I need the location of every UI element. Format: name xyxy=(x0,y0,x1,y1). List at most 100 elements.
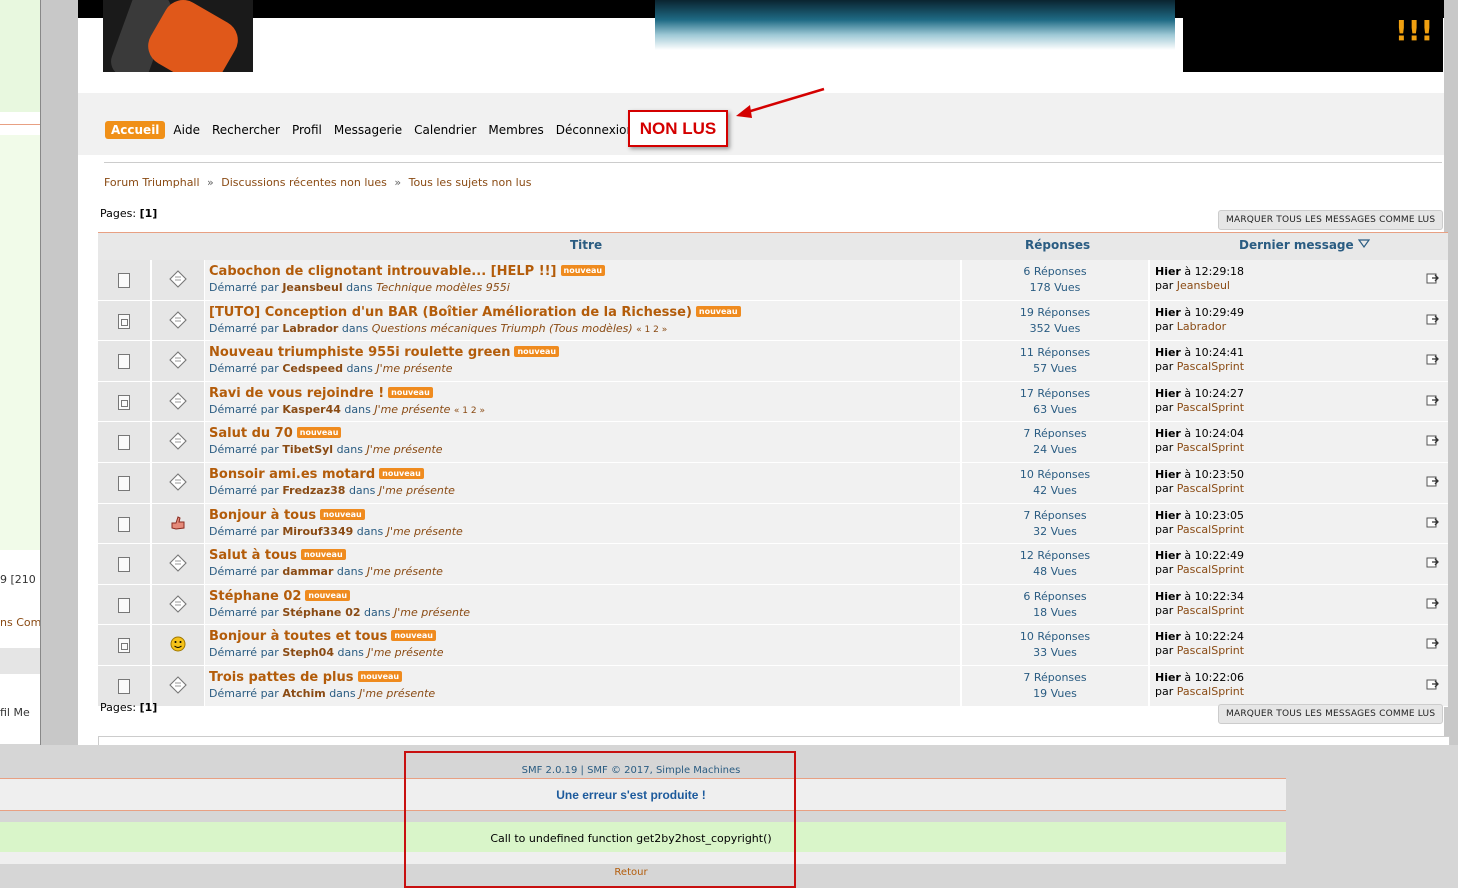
column-last-message[interactable]: Dernier message xyxy=(1239,238,1371,252)
new-badge[interactable]: nouveau xyxy=(379,467,424,479)
topic-row[interactable]: Bonjour à toutes et tous nouveau Démarré p… xyxy=(98,625,1448,666)
goto-last-post-icon[interactable] xyxy=(1426,678,1440,691)
motorcycle-logo[interactable] xyxy=(103,0,253,72)
goto-last-post-icon[interactable] xyxy=(1426,313,1440,326)
author-link[interactable]: Cedspeed xyxy=(282,362,343,375)
menu-item-deconnexion[interactable]: Déconnexion xyxy=(550,123,640,137)
topic-row[interactable]: Bonsoir ami.es motard nouveau Démarré par … xyxy=(98,462,1448,504)
board-link[interactable]: J'me présente xyxy=(367,565,443,578)
last-poster-link[interactable]: Jeansbeul xyxy=(1177,279,1230,292)
menu-item-rechercher[interactable]: Rechercher xyxy=(206,123,286,137)
new-badge[interactable]: nouveau xyxy=(357,670,403,682)
author-link[interactable]: Mirouf3349 xyxy=(282,525,353,538)
author-link[interactable]: Stéphane 02 xyxy=(282,606,360,619)
author-link[interactable]: TibetSyl xyxy=(282,443,333,456)
last-poster-link[interactable]: PascalSprint xyxy=(1177,604,1244,617)
menu-item-calendrier[interactable]: Calendrier xyxy=(408,123,482,137)
last-poster-link[interactable]: PascalSprint xyxy=(1177,482,1244,495)
topic-row[interactable]: Salut du 70 nouveau Démarré par TibetSyl d… xyxy=(98,422,1448,463)
breadcrumb-link[interactable]: Discussions récentes non lues xyxy=(221,176,387,189)
topic-row[interactable]: [TUTO] Conception d'un BAR (Boîtier Amél… xyxy=(98,300,1448,342)
new-badge[interactable]: nouveau xyxy=(305,589,351,601)
breadcrumb-link[interactable]: Tous les sujets non lus xyxy=(409,176,532,189)
new-badge[interactable]: nouveau xyxy=(695,305,741,317)
topic-title-link[interactable]: Bonjour à toutes et tous xyxy=(209,629,387,644)
goto-last-post-icon[interactable] xyxy=(1426,272,1440,285)
menu-item-profil[interactable]: Profil xyxy=(286,123,328,137)
goto-last-post-icon[interactable] xyxy=(1426,353,1440,366)
goto-last-post-icon[interactable] xyxy=(1426,637,1440,650)
board-link[interactable]: J'me présente xyxy=(374,403,450,416)
topic-row[interactable]: Stéphane 02 nouveau Démarré par Stéphane 0… xyxy=(98,584,1448,626)
menu-item-messagerie[interactable]: Messagerie xyxy=(328,123,408,137)
topic-title-link[interactable]: Stéphane 02 xyxy=(209,589,301,604)
author-link[interactable]: Labrador xyxy=(282,322,338,335)
column-title[interactable]: Titre xyxy=(570,238,602,252)
new-badge[interactable]: nouveau xyxy=(391,630,436,642)
mark-all-read-button[interactable]: MARQUER TOUS LES MESSAGES COMME LUS xyxy=(1218,210,1444,230)
replies-count: 7 Réponses xyxy=(1023,508,1087,522)
new-badge[interactable]: nouveau xyxy=(296,427,342,439)
last-poster-link[interactable]: PascalSprint xyxy=(1177,563,1244,576)
new-badge[interactable]: nouveau xyxy=(514,346,560,358)
last-poster-link[interactable]: PascalSprint xyxy=(1177,360,1244,373)
menu-item-aide[interactable]: Aide xyxy=(167,123,206,137)
topic-subject-cell: Bonjour à toutes et tous nouveau Démarré p… xyxy=(205,625,960,665)
board-link[interactable]: J'me présente xyxy=(367,443,443,456)
board-link[interactable]: Questions mécaniques Triumph (Tous modèl… xyxy=(372,322,633,335)
board-link[interactable]: J'me présente xyxy=(376,362,452,375)
column-replies[interactable]: Réponses xyxy=(1025,238,1090,252)
topic-title-link[interactable]: Ravi de vous rejoindre ! xyxy=(209,386,384,401)
goto-last-post-icon[interactable] xyxy=(1426,394,1440,407)
topic-row[interactable]: Cabochon de clignotant introuvable... [H… xyxy=(98,260,1448,301)
menu-item-accueil[interactable]: Accueil xyxy=(105,121,166,139)
last-poster-link[interactable]: PascalSprint xyxy=(1177,644,1244,657)
topic-row[interactable]: Nouveau triumphiste 955i roulette green n… xyxy=(98,341,1448,382)
topic-title-link[interactable]: Trois pattes de plus xyxy=(209,670,354,685)
new-badge[interactable]: nouveau xyxy=(301,549,346,561)
topic-title-link[interactable]: Bonjour à tous xyxy=(209,508,316,523)
last-poster-link[interactable]: PascalSprint xyxy=(1177,685,1244,698)
topic-row[interactable]: Salut à tous nouveau Démarré par dammar da… xyxy=(98,544,1448,585)
topic-row[interactable]: Trois pattes de plus nouveau Démarré par A… xyxy=(98,665,1448,707)
board-link[interactable]: J'me présente xyxy=(387,525,463,538)
replies-count: 10 Réponses xyxy=(1019,630,1091,644)
topic-title-link[interactable]: Salut du 70 xyxy=(209,426,293,441)
menu-item-membres[interactable]: Membres xyxy=(482,123,549,137)
author-link[interactable]: Jeansbeul xyxy=(282,281,342,294)
board-link[interactable]: J'me présente xyxy=(359,687,435,700)
last-poster-link[interactable]: Labrador xyxy=(1177,320,1226,333)
in-label: dans xyxy=(346,281,373,294)
topic-title-link[interactable]: Salut à tous xyxy=(209,548,297,563)
board-link[interactable]: J'me présente xyxy=(379,484,455,497)
last-poster-link[interactable]: PascalSprint xyxy=(1177,401,1244,414)
new-badge[interactable]: nouveau xyxy=(320,508,365,520)
topic-title-link[interactable]: Nouveau triumphiste 955i roulette green xyxy=(209,345,510,360)
last-poster-link[interactable]: PascalSprint xyxy=(1177,523,1244,536)
new-badge[interactable]: nouveau xyxy=(388,386,433,398)
author-link[interactable]: Steph04 xyxy=(282,646,334,659)
topic-row[interactable]: Bonjour à tous nouveau Démarré par Mirouf3… xyxy=(98,503,1448,545)
board-link[interactable]: J'me présente xyxy=(367,646,443,659)
board-link[interactable]: Technique modèles 955i xyxy=(376,281,510,294)
topic-title-link[interactable]: Cabochon de clignotant introuvable... [H… xyxy=(209,264,557,279)
topic-row[interactable]: Ravi de vous rejoindre ! nouveau Démarré p… xyxy=(98,381,1448,423)
new-badge[interactable]: nouveau xyxy=(560,265,606,276)
topic-pages[interactable]: « 1 2 » xyxy=(636,325,667,335)
author-link[interactable]: Atchim xyxy=(282,687,325,700)
author-link[interactable]: Fredzaz38 xyxy=(282,484,345,497)
goto-last-post-icon[interactable] xyxy=(1426,475,1440,488)
last-poster-link[interactable]: PascalSprint xyxy=(1177,441,1244,454)
board-link[interactable]: J'me présente xyxy=(394,606,470,619)
topic-title-link[interactable]: [TUTO] Conception d'un BAR (Boîtier Amél… xyxy=(209,305,692,320)
author-link[interactable]: dammar xyxy=(282,565,333,578)
breadcrumb-link[interactable]: Forum Triumphall xyxy=(104,176,200,189)
goto-last-post-icon[interactable] xyxy=(1426,434,1440,447)
mark-all-read-button-bottom[interactable]: MARQUER TOUS LES MESSAGES COMME LUS xyxy=(1218,704,1444,724)
topic-title-link[interactable]: Bonsoir ami.es motard xyxy=(209,467,375,482)
topic-pages[interactable]: « 1 2 » xyxy=(454,406,485,416)
goto-last-post-icon[interactable] xyxy=(1426,556,1440,569)
goto-last-post-icon[interactable] xyxy=(1426,516,1440,529)
author-link[interactable]: Kasper44 xyxy=(282,403,341,416)
goto-last-post-icon[interactable] xyxy=(1426,597,1440,610)
